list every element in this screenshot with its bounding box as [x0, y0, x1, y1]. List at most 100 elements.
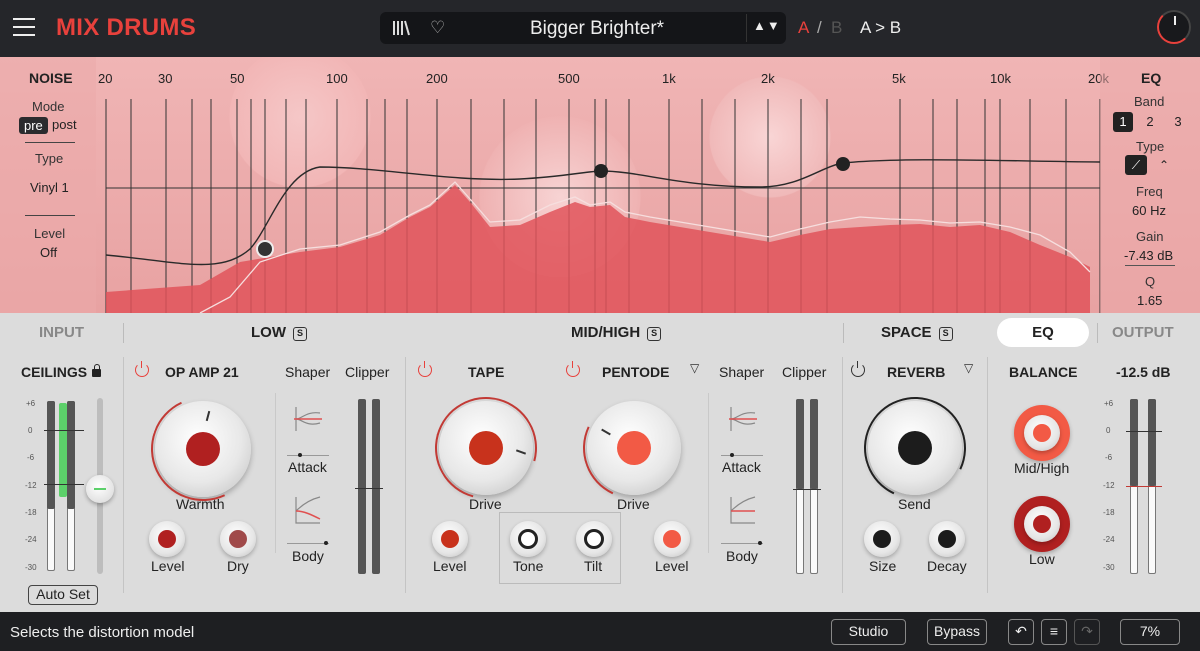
tape-model-selector[interactable]: TAPE [468, 364, 504, 380]
low-clipper-meter-right[interactable] [372, 399, 380, 574]
midhigh-solo-button[interactable]: S [647, 327, 662, 341]
ab-separator: / [817, 18, 822, 37]
section-midhigh[interactable]: MID/HIGH S [571, 324, 662, 341]
freq-label-200: 200 [426, 71, 448, 86]
tape-drive-label: Drive [469, 496, 502, 512]
library-icon[interactable] [392, 19, 410, 37]
eq-freq-value[interactable]: 60 Hz [1132, 203, 1166, 218]
low-power-icon[interactable] [135, 361, 149, 377]
low-body-shape-icon[interactable] [290, 493, 326, 529]
midhigh-attack-slider-thumb[interactable] [730, 453, 734, 457]
reverb-chevron-down-icon[interactable]: ▽ [964, 361, 973, 375]
low-level-core [158, 530, 176, 548]
freq-label-50: 50 [230, 71, 245, 86]
reverb-model-selector[interactable]: REVERB [887, 364, 945, 380]
output-peak-tick [1126, 486, 1162, 487]
module-divider [842, 357, 843, 593]
eq-type-lowshelf-icon[interactable]: ⟋ [1125, 155, 1147, 175]
eq-q-value[interactable]: 1.65 [1137, 293, 1162, 308]
eq-gain-value[interactable]: -7.43 dB [1124, 248, 1173, 263]
noise-type-value[interactable]: Vinyl 1 [30, 180, 69, 195]
eq-type-bell-icon[interactable]: ⌃ [1153, 155, 1175, 175]
output-scale-m18: -18 [1103, 508, 1115, 517]
heart-icon[interactable]: ♡ [430, 18, 445, 38]
ab-copy-button[interactable]: A > B [860, 18, 901, 38]
ceiling-handle-marker [94, 488, 106, 490]
noise-mode-post-button[interactable]: post [52, 117, 77, 132]
eq-band-3-button[interactable]: 3 [1168, 112, 1188, 132]
tape-power-icon[interactable] [418, 361, 432, 377]
section-eq-tab[interactable]: EQ [997, 318, 1089, 347]
low-attack-shape-icon[interactable] [290, 403, 326, 439]
midhigh-attack-shape-icon[interactable] [725, 403, 761, 439]
low-attack-slider[interactable] [287, 455, 329, 456]
input-scale-m12: -12 [25, 481, 37, 490]
eq-gain-label: Gain [1136, 229, 1164, 244]
balance-low-knob[interactable] [1014, 496, 1070, 552]
warmth-knob[interactable] [136, 382, 270, 516]
eq-band-2-button[interactable]: 2 [1140, 112, 1160, 132]
reverb-decay-knob[interactable] [929, 521, 965, 557]
section-low[interactable]: LOW S [251, 324, 307, 341]
history-list-icon[interactable]: ≡ [1041, 619, 1067, 645]
midhigh-clipper-threshold[interactable] [793, 489, 821, 490]
ab-slot-b[interactable]: B [831, 18, 842, 38]
midhigh-body-slider[interactable] [721, 543, 763, 544]
eq-band-1-button[interactable]: 1 [1113, 112, 1133, 132]
section-space[interactable]: SPACE S [881, 324, 953, 341]
ceiling-slider-handle[interactable] [86, 475, 114, 503]
midhigh-body-slider-thumb[interactable] [758, 541, 762, 545]
reverb-send-knob[interactable] [849, 382, 981, 514]
hamburger-menu-icon[interactable] [13, 18, 35, 36]
preset-name[interactable]: Bigger Brighter* [470, 18, 724, 40]
freq-label-30: 30 [158, 71, 173, 86]
low-attack-slider-thumb[interactable] [298, 453, 302, 457]
low-body-slider[interactable] [287, 543, 329, 544]
tape-level-knob[interactable] [432, 521, 468, 557]
auto-set-button[interactable]: Auto Set [28, 585, 98, 605]
undo-icon[interactable]: ↶ [1008, 619, 1034, 645]
low-clipper-meter-left[interactable] [358, 399, 366, 574]
low-clipper-threshold[interactable] [355, 488, 383, 489]
dry-knob[interactable] [220, 521, 256, 557]
studio-button[interactable]: Studio [831, 619, 906, 645]
space-solo-button[interactable]: S [938, 327, 953, 341]
reverb-size-knob[interactable] [864, 521, 900, 557]
noise-separator-1 [25, 142, 75, 143]
eq-graph[interactable] [0, 57, 1200, 313]
low-model-selector[interactable]: OP AMP 21 [165, 364, 239, 380]
low-solo-button[interactable]: S [293, 327, 307, 341]
eq-band-2-handle [594, 164, 608, 178]
output-scale-0: 0 [1106, 426, 1111, 435]
section-output[interactable]: OUTPUT [1112, 324, 1174, 341]
balance-midhigh-knob[interactable] [1014, 405, 1070, 461]
redo-icon[interactable]: ↷ [1074, 619, 1100, 645]
reverb-power-icon[interactable] [851, 361, 865, 377]
pentode-drive-knob[interactable] [568, 382, 700, 514]
pentode-level-knob[interactable] [654, 521, 690, 557]
preset-selector[interactable]: ♡ Bigger Brighter* ▲▼ [380, 12, 786, 44]
pentode-chevron-down-icon[interactable]: ▽ [690, 361, 699, 375]
midhigh-body-label: Body [726, 548, 758, 564]
midhigh-body-shape-icon[interactable] [725, 493, 761, 529]
low-level-knob[interactable] [149, 521, 185, 557]
freq-label-20: 20 [98, 71, 113, 86]
pentode-power-icon[interactable] [566, 361, 580, 377]
section-input[interactable]: INPUT [39, 324, 84, 341]
eq-gain-underline [1125, 265, 1175, 266]
tape-drive-knob[interactable] [416, 378, 556, 518]
global-mix-knob[interactable] [1157, 10, 1191, 44]
preset-prev-next-arrows[interactable]: ▲▼ [753, 18, 781, 33]
noise-mode-pre-button[interactable]: pre [19, 117, 48, 134]
pentode-model-selector[interactable]: PENTODE [602, 364, 669, 380]
cpu-zoom-readout[interactable]: 7% [1120, 619, 1180, 645]
low-body-slider-thumb[interactable] [324, 541, 328, 545]
midhigh-attack-slider[interactable] [721, 455, 763, 456]
noise-level-value[interactable]: Off [40, 245, 57, 260]
tone-knob[interactable] [510, 521, 546, 557]
output-gain-value[interactable]: -12.5 dB [1116, 364, 1170, 380]
tilt-knob[interactable] [576, 521, 612, 557]
bypass-button[interactable]: Bypass [927, 619, 987, 645]
lock-icon[interactable] [92, 364, 102, 377]
ab-slot-a[interactable]: A [798, 18, 809, 38]
